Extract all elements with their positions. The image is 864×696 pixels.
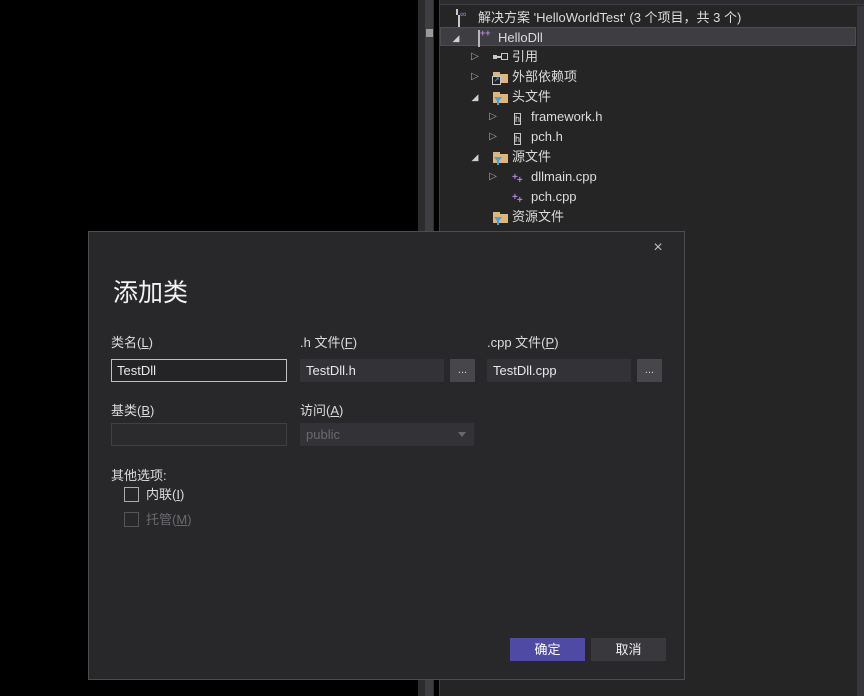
tree-row-label: pch.h [531, 127, 563, 147]
tree-row-solution[interactable]: ∞ 解决方案 'HelloWorldTest' (3 个项目，共 3 个) [440, 8, 856, 28]
cpp-file-input[interactable] [487, 359, 631, 382]
tree-row-label: 引用 [512, 47, 538, 67]
filtered-folder-icon [493, 90, 509, 104]
expander-collapsed-icon[interactable]: ▷ [486, 167, 500, 187]
base-class-label: 基类(B) [111, 403, 154, 419]
expander-expanded-icon[interactable]: ◢ [468, 87, 482, 107]
solution-icon: ∞ [458, 11, 474, 25]
ok-button[interactable]: 确定 [510, 638, 585, 661]
cpp-file-icon: ++ [512, 190, 528, 204]
external-dependencies-icon: ↗ [493, 70, 509, 84]
tree-row-external-dependencies[interactable]: ▷ ↗ 外部依赖项 [440, 67, 856, 87]
references-icon [493, 50, 509, 64]
tree-row-label: 外部依赖项 [512, 67, 577, 87]
cpp-file-icon: ++ [512, 170, 528, 184]
tree-row-source-files[interactable]: ◢ 源文件 [440, 147, 856, 167]
expander-collapsed-icon[interactable]: ▷ [486, 107, 500, 127]
add-class-dialog: × 添加类 类名(L) .h 文件(F) .cpp 文件(P) ... ... … [88, 231, 685, 680]
tree-row-hellodll[interactable]: ◢ ++ HelloDll [440, 27, 856, 46]
managed-checkbox-label: 托管(M) [146, 512, 192, 528]
tree-row-label: 解决方案 'HelloWorldTest' (3 个项目，共 3 个) [478, 8, 741, 28]
class-name-input[interactable] [111, 359, 287, 382]
solution-explorer-scrollbar[interactable] [857, 6, 864, 696]
tree-row-label: pch.cpp [531, 187, 577, 207]
inline-checkbox[interactable] [124, 487, 139, 502]
h-file-input[interactable] [300, 359, 444, 382]
visual-studio-window: ∞ 解决方案 'HelloWorldTest' (3 个项目，共 3 个) ◢ … [0, 0, 864, 696]
header-file-icon: h [512, 130, 528, 144]
class-name-label: 类名(L) [111, 335, 153, 351]
filtered-folder-icon [493, 150, 509, 164]
close-icon[interactable]: × [646, 236, 670, 260]
managed-checkbox [124, 512, 139, 527]
tree-row-label: dllmain.cpp [531, 167, 597, 187]
filtered-folder-icon [493, 210, 509, 224]
tree-row-pch-cpp[interactable]: ++ pch.cpp [440, 187, 856, 207]
expander-collapsed-icon[interactable]: ▷ [468, 47, 482, 67]
access-label: 访问(A) [300, 403, 343, 419]
h-file-browse-button[interactable]: ... [450, 359, 475, 382]
header-file-icon: h [512, 110, 528, 124]
scrollbar-thumb[interactable] [426, 29, 433, 37]
tree-row-label: framework.h [531, 107, 603, 127]
expander-collapsed-icon[interactable]: ▷ [486, 127, 500, 147]
expander-expanded-icon[interactable]: ◢ [449, 28, 463, 48]
tree-row-resource-files[interactable]: 资源文件 [440, 207, 856, 227]
access-selected-value: public [306, 427, 340, 442]
inline-checkbox-label[interactable]: 内联(I) [146, 487, 184, 503]
tree-row-label: 头文件 [512, 87, 551, 107]
other-options-heading: 其他选项: [111, 465, 167, 484]
tree-row-references[interactable]: ▷ 引用 [440, 47, 856, 67]
chevron-down-icon [458, 432, 466, 437]
tree-row-dllmain-cpp[interactable]: ▷ ++ dllmain.cpp [440, 167, 856, 187]
access-select[interactable]: public [300, 423, 474, 446]
expander-expanded-icon[interactable]: ◢ [468, 147, 482, 167]
dialog-title: 添加类 [113, 273, 188, 309]
cpp-project-icon: ++ [478, 31, 494, 45]
base-class-input[interactable] [111, 423, 287, 446]
tree-row-label: 资源文件 [512, 207, 564, 227]
cancel-button[interactable]: 取消 [591, 638, 666, 661]
tree-row-label: HelloDll [498, 28, 543, 48]
tree-row-framework-h[interactable]: ▷ h framework.h [440, 107, 856, 127]
h-file-label: .h 文件(F) [300, 335, 357, 351]
tree-row-label: 源文件 [512, 147, 551, 167]
cpp-file-label: .cpp 文件(P) [487, 335, 559, 351]
tree-row-pch-h[interactable]: ▷ h pch.h [440, 127, 856, 147]
tree-row-header-files[interactable]: ◢ 头文件 [440, 87, 856, 107]
cpp-file-browse-button[interactable]: ... [637, 359, 662, 382]
expander-collapsed-icon[interactable]: ▷ [468, 67, 482, 87]
